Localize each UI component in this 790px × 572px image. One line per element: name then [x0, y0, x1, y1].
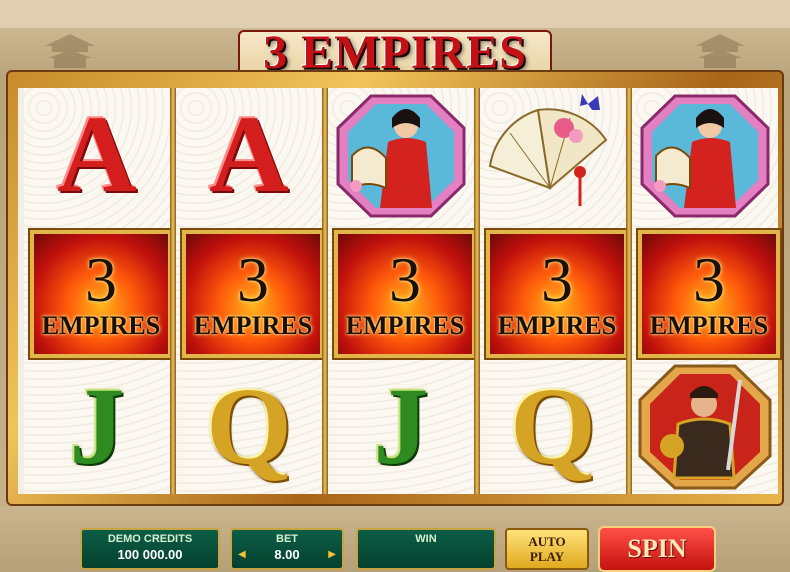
demo-credits-panel: DEMO CREDITS 100 000.00: [80, 528, 220, 570]
autoplay-label-2: PLAY: [529, 549, 565, 564]
symbol-3-empires: 3 EMPIRES: [632, 224, 780, 358]
reel-2: A 3 EMPIRES Q: [176, 88, 324, 494]
symbol-q: Q: [206, 364, 292, 487]
reel-5: 3 EMPIRES: [632, 88, 780, 494]
bet-label: BET: [276, 533, 298, 545]
reel-1: A 3 EMPIRES J: [24, 88, 172, 494]
bet-increase-icon[interactable]: ▶: [328, 549, 336, 560]
demo-credits-value: 100 000.00: [117, 547, 183, 562]
symbol-j: J: [69, 364, 125, 487]
symbol-q: Q: [510, 364, 596, 487]
autoplay-label-1: AUTO: [528, 534, 566, 549]
autoplay-button[interactable]: AUTO PLAY: [505, 528, 589, 570]
symbol-3-empires: 3 EMPIRES: [480, 224, 628, 358]
symbol-3-empires: 3 EMPIRES: [176, 224, 324, 358]
pagoda-icon: [45, 34, 95, 68]
symbol-3-empires: 3 EMPIRES: [24, 224, 172, 358]
symbol-a: A: [57, 92, 137, 215]
reel-4: 3 EMPIRES Q: [480, 88, 628, 494]
symbol-3-empires: 3 EMPIRES: [328, 224, 476, 358]
geisha-icon: [632, 88, 778, 220]
symbol-a: A: [209, 92, 289, 215]
pagoda-icon: [695, 34, 745, 68]
bet-value: 8.00: [274, 547, 300, 562]
bet-panel: ◀ BET 8.00 ▶: [230, 528, 344, 570]
win-label: WIN: [415, 533, 437, 545]
demo-credits-label: DEMO CREDITS: [107, 533, 193, 545]
win-panel: WIN: [356, 528, 496, 570]
fan-icon: [480, 88, 626, 220]
bet-decrease-icon[interactable]: ◀: [238, 549, 246, 560]
spin-button[interactable]: SPIN: [598, 526, 716, 572]
reel-3: 3 EMPIRES J: [328, 88, 476, 494]
geisha-icon: [328, 88, 474, 220]
warrior-icon: [632, 360, 778, 492]
symbol-j: J: [373, 364, 429, 487]
